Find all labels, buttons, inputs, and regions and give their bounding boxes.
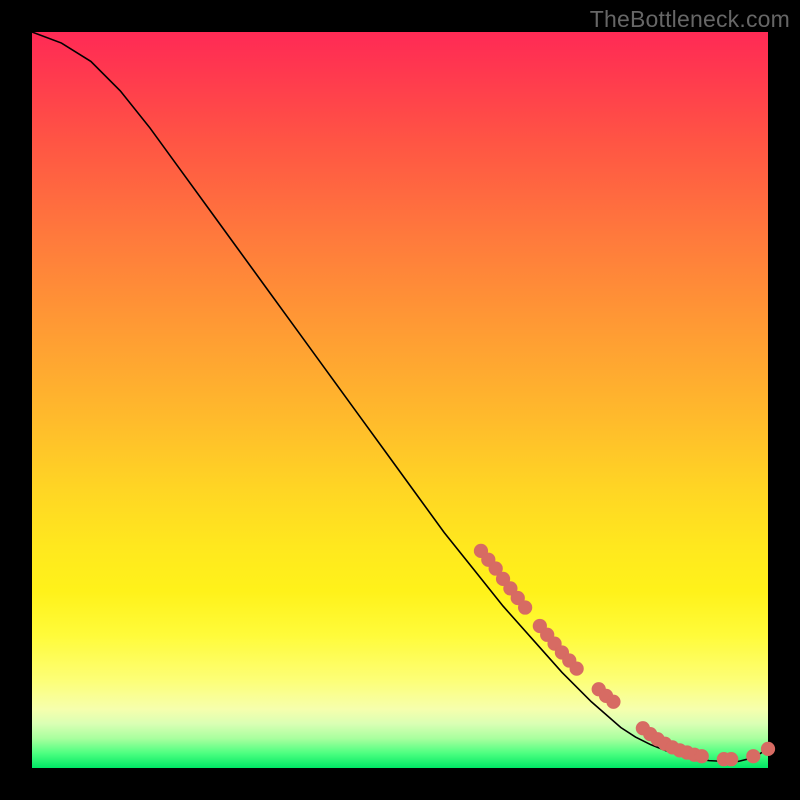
data-marker <box>607 695 620 708</box>
data-marker <box>519 601 532 614</box>
data-marker <box>747 750 760 763</box>
curve-line <box>32 32 768 761</box>
data-marker <box>570 662 583 675</box>
data-marker <box>695 750 708 763</box>
data-marker <box>725 753 738 766</box>
chart-overlay <box>32 32 768 768</box>
chart-frame: TheBottleneck.com <box>0 0 800 800</box>
watermark-text: TheBottleneck.com <box>590 6 790 33</box>
data-marker <box>761 742 774 755</box>
plot-area <box>32 32 768 768</box>
data-markers <box>474 544 774 766</box>
